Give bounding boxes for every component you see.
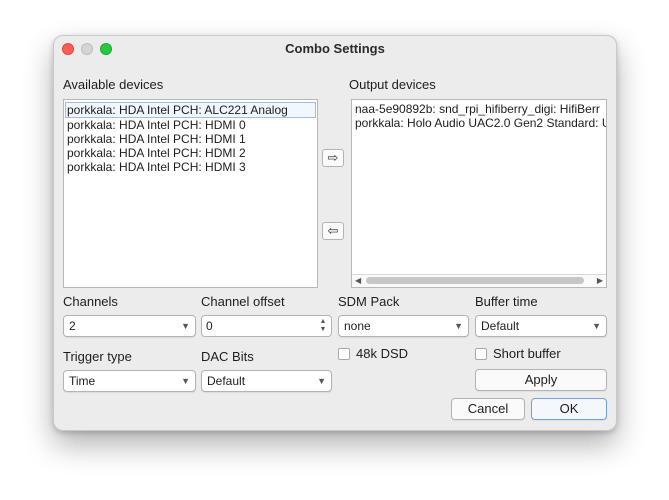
buffer-time-label: Buffer time: [475, 294, 538, 309]
buffer-time-select[interactable]: Default ▼: [475, 315, 607, 337]
combo-settings-dialog: Combo Settings Available devices porkkal…: [53, 35, 617, 431]
chevron-down-icon: ▼: [181, 376, 190, 386]
chevron-down-icon: ▼: [454, 321, 463, 331]
arrow-left-icon: ⇦: [327, 223, 339, 238]
arrow-right-icon: ⇨: [327, 150, 339, 165]
sdm-pack-value: none: [344, 319, 371, 333]
available-devices-list[interactable]: porkkala: HDA Intel PCH: ALC221 Analog po…: [63, 99, 318, 288]
list-item[interactable]: porkkala: HDA Intel PCH: ALC221 Analog: [65, 102, 316, 118]
cancel-button[interactable]: Cancel: [451, 398, 525, 420]
chevron-down-icon: ▼: [592, 321, 601, 331]
channels-label: Channels: [63, 294, 118, 309]
chevron-down-icon: ▼: [181, 321, 190, 331]
list-item[interactable]: porkkala: Holo Audio UAC2.0 Gen2 Standar…: [352, 116, 606, 130]
output-devices-label: Output devices: [349, 77, 436, 92]
channels-value: 2: [69, 319, 76, 333]
scroll-right-icon[interactable]: ▶: [597, 275, 603, 287]
channels-select[interactable]: 2 ▼: [63, 315, 196, 337]
list-item[interactable]: porkkala: HDA Intel PCH: HDMI 1: [64, 132, 317, 146]
list-item[interactable]: porkkala: HDA Intel PCH: HDMI 3: [64, 160, 317, 174]
available-devices-label: Available devices: [63, 77, 164, 92]
window-title: Combo Settings: [285, 41, 385, 56]
sdm-pack-select[interactable]: none ▼: [338, 315, 469, 337]
title-bar[interactable]: Combo Settings: [54, 36, 616, 62]
short-buffer-checkbox[interactable]: Short buffer: [475, 346, 561, 361]
list-item[interactable]: naa-5e90892b: snd_rpi_hifiberry_digi: Hi…: [352, 102, 606, 116]
trigger-type-select[interactable]: Time ▼: [63, 370, 196, 392]
scrollbar-thumb[interactable]: [366, 277, 584, 284]
dsd48k-checkbox-box[interactable]: [338, 347, 350, 360]
dsd48k-label: 48k DSD: [356, 346, 409, 361]
output-devices-list[interactable]: naa-5e90892b: snd_rpi_hifiberry_digi: Hi…: [351, 99, 607, 288]
trigger-type-value: Time: [69, 374, 96, 388]
horizontal-scrollbar[interactable]: ◀ ▶: [352, 274, 606, 287]
dac-bits-label: DAC Bits: [201, 349, 254, 364]
short-buffer-label: Short buffer: [493, 346, 561, 361]
ok-button[interactable]: OK: [531, 398, 607, 420]
move-to-available-button[interactable]: ⇦: [322, 222, 344, 240]
channel-offset-value: 0: [206, 319, 213, 333]
spin-arrows-icon[interactable]: ▲ ▼: [318, 318, 328, 334]
list-item[interactable]: porkkala: HDA Intel PCH: HDMI 2: [64, 146, 317, 160]
dac-bits-value: Default: [207, 374, 246, 388]
channel-offset-spinbox[interactable]: 0 ▲ ▼: [201, 315, 332, 337]
scroll-left-icon[interactable]: ◀: [355, 275, 361, 287]
buffer-time-value: Default: [481, 319, 520, 333]
dsd48k-checkbox[interactable]: 48k DSD: [338, 346, 408, 361]
dac-bits-select[interactable]: Default ▼: [201, 370, 332, 392]
move-to-output-button[interactable]: ⇨: [322, 149, 344, 167]
apply-button[interactable]: Apply: [475, 369, 607, 391]
channel-offset-label: Channel offset: [201, 294, 285, 309]
chevron-down-icon: ▼: [317, 376, 326, 386]
sdm-pack-label: SDM Pack: [338, 294, 400, 309]
list-item[interactable]: porkkala: HDA Intel PCH: HDMI 0: [64, 118, 317, 132]
short-buffer-checkbox-box[interactable]: [475, 347, 487, 360]
trigger-type-label: Trigger type: [63, 349, 132, 364]
